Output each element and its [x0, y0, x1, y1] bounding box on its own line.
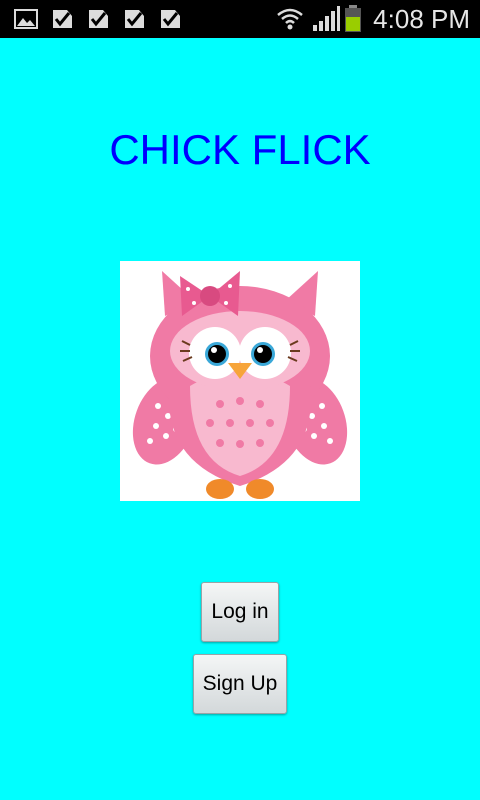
owl-image: [120, 261, 360, 501]
status-bar: 4:08 PM: [0, 0, 480, 38]
signal-icon: [313, 6, 340, 31]
signup-button[interactable]: Sign Up: [193, 654, 287, 714]
battery-icon: [345, 5, 361, 32]
check-icon: [89, 10, 108, 28]
status-time: 4:08 PM: [373, 4, 470, 34]
app-title: CHICK FLICK: [109, 126, 371, 173]
wifi-icon: [277, 8, 303, 30]
check-icon: [53, 10, 72, 28]
check-icon: [125, 10, 144, 28]
check-icon: [161, 10, 180, 28]
login-button[interactable]: Log in: [201, 582, 279, 642]
gallery-icon: [14, 9, 38, 29]
